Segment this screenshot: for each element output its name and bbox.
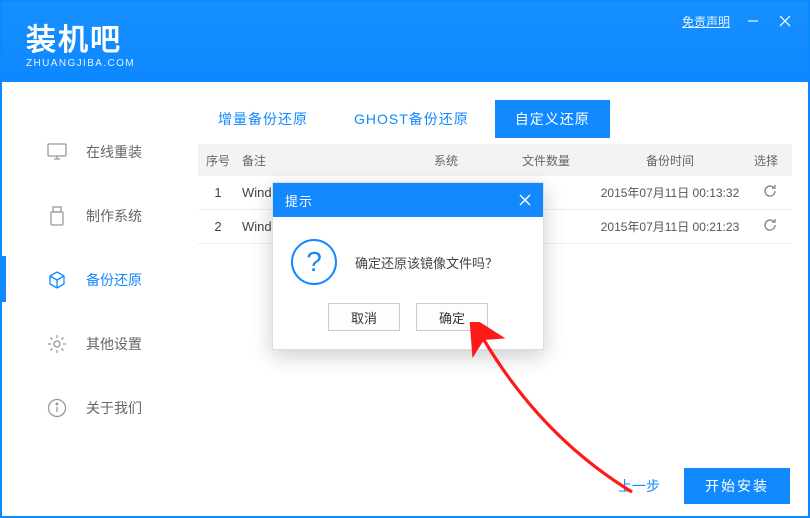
dialog-title: 提示 — [285, 191, 313, 210]
annotation-arrow — [432, 322, 682, 512]
dialog-message: 确定还原该镜像文件吗？ — [355, 253, 498, 272]
confirm-button[interactable]: 确定 — [416, 303, 488, 331]
dialog-body: ? 确定还原该镜像文件吗？ — [273, 217, 543, 303]
app-window: 装机吧 ZHUANGJIBA.COM 免责声明 在线重装 — [0, 0, 810, 518]
confirm-dialog: 提示 ? 确定还原该镜像文件吗？ 取消 确定 — [272, 182, 544, 350]
question-icon: ? — [291, 239, 337, 285]
modal-overlay: 提示 ? 确定还原该镜像文件吗？ 取消 确定 — [2, 2, 808, 516]
dialog-actions: 取消 确定 — [273, 303, 543, 349]
dialog-close-button[interactable] — [519, 194, 531, 206]
dialog-header: 提示 — [273, 183, 543, 217]
cancel-button[interactable]: 取消 — [328, 303, 400, 331]
